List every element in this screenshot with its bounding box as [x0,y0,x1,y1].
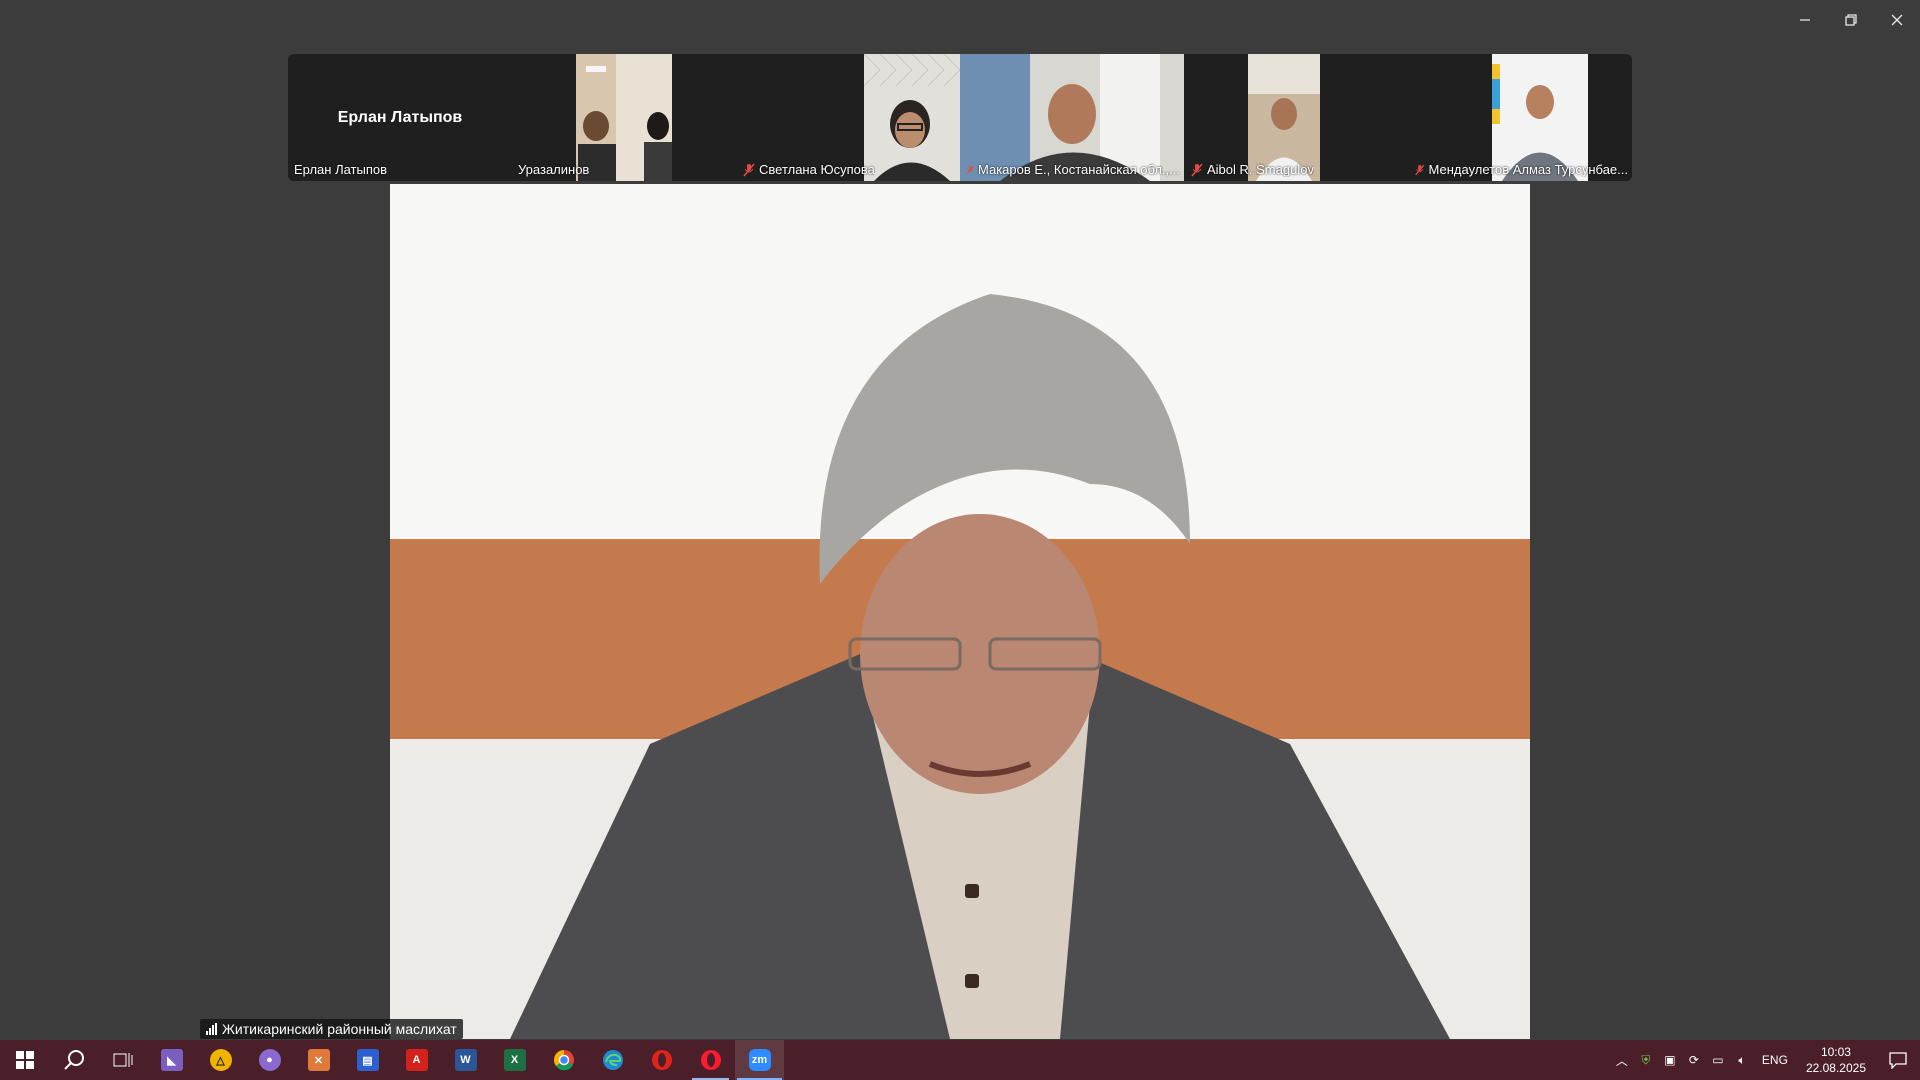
mic-muted-icon [743,163,755,176]
update-icon: ⟳ [1688,1053,1699,1067]
taskbar-app-save[interactable]: ▤ [343,1040,392,1080]
taskbar-app-zoom[interactable]: zm [735,1040,784,1080]
edge-icon [602,1050,623,1070]
clock[interactable]: 10:03 22.08.2025 [1796,1044,1876,1076]
participant-tile[interactable]: Aibol R. Smagulov [1184,54,1408,181]
tray-antivirus[interactable]: ⛨ [1634,1040,1658,1080]
input-language[interactable]: ENG [1754,1053,1796,1067]
shield-icon: ⛨ [1641,1052,1651,1067]
participant-tile[interactable]: Светлана Юсупова [736,54,960,181]
participant-name-label: Макаров Е., Костанайская обл.,... [966,162,1180,177]
clock-date: 22.08.2025 [1805,1061,1866,1075]
taskbar-app-opera-gx[interactable] [686,1040,735,1080]
taskbar-app-acrobat[interactable]: A [392,1040,441,1080]
restore-icon [1845,14,1857,26]
participant-video [864,54,960,181]
taskbar-app-excel[interactable]: X [490,1040,539,1080]
windows-taskbar: ◣ △ ● ✕ ▤ A W X zm ︿ ⛨ ▣ ⟳ ▭ 🔈︎ ENG 10:0… [0,1040,1920,1080]
word-icon: W [454,1049,477,1071]
task-view-button[interactable] [98,1040,147,1080]
acrobat-icon: A [405,1049,428,1071]
camera-icon: ▣ [1664,1053,1676,1067]
taskbar-app-opera[interactable] [637,1040,686,1080]
participant-video [576,54,672,181]
tray-update[interactable]: ⟳ [1682,1040,1706,1080]
system-tray: ︿ ⛨ ▣ ⟳ ▭ 🔈︎ ENG 10:03 22.08.2025 [1610,1040,1920,1080]
mic-muted-icon [1415,164,1425,175]
search-icon [63,1050,84,1070]
restore-button[interactable] [1828,0,1874,40]
chevron-up-icon: ︿ [1615,1053,1628,1068]
tray-volume[interactable]: 🔈︎ [1730,1040,1754,1080]
clock-time: 10:03 [1820,1045,1851,1059]
minimize-button[interactable] [1782,0,1828,40]
show-hidden-icons-button[interactable]: ︿ [1610,1040,1634,1080]
volume-icon: 🔈︎ [1738,1052,1746,1067]
chrome-icon [553,1050,574,1071]
participant-tile[interactable]: Ерлан Латыпов Ерлан Латыпов [288,54,512,181]
network-icon: ▭ [1712,1053,1724,1067]
taskbar-app-tools[interactable]: ✕ [294,1040,343,1080]
close-icon [1891,14,1903,26]
participant-name-label: Ерлан Латыпов [294,162,388,177]
taskbar-app-edge[interactable] [588,1040,637,1080]
start-icon [15,1051,34,1069]
participant-name-label: Aibol R. Smagulov [1190,162,1314,177]
participant-name-label: Уразалинов [518,162,590,177]
participant-tile[interactable]: Уразалинов [512,54,736,181]
zoom-icon: zm [748,1049,771,1071]
minimize-icon [1800,19,1810,21]
start-button[interactable] [0,1040,49,1080]
close-button[interactable] [1874,0,1920,40]
taskbar-app-visual-studio[interactable]: ◣ [147,1040,196,1080]
archicad-icon: △ [209,1049,232,1071]
tools-icon: ✕ [307,1049,330,1071]
excel-icon: X [503,1049,526,1071]
participant-gallery: Ерлан Латыпов Ерлан Латыпов Уразалинов С… [288,54,1632,181]
participant-name-label: Светлана Юсупова [742,162,875,177]
taskbar-app-word[interactable]: W [441,1040,490,1080]
save-icon: ▤ [356,1049,379,1071]
tray-network[interactable]: ▭ [1706,1040,1730,1080]
window-controls [1782,0,1920,40]
speaker-video-frame [390,184,1530,1039]
mic-muted-icon [966,165,975,174]
participant-tile[interactable]: Макаров Е., Костанайская обл.,... [960,54,1184,181]
signal-strength-icon [206,1023,217,1035]
taskbar-app-chrome[interactable] [539,1040,588,1080]
tray-webcam[interactable]: ▣ [1658,1040,1682,1080]
search-button[interactable] [49,1040,98,1080]
active-speaker-video[interactable] [390,184,1530,1039]
notification-center-button[interactable] [1876,1040,1920,1080]
mic-muted-icon [1191,163,1203,176]
task-view-icon [113,1053,132,1067]
media-icon: ● [258,1049,281,1071]
taskbar-app-media[interactable]: ● [245,1040,294,1080]
opera-icon [651,1050,672,1070]
notification-icon [1889,1052,1907,1069]
taskbar-app-archicad[interactable]: △ [196,1040,245,1080]
participant-tile[interactable]: Мендаулетов Алмаз Турсунбае... [1408,54,1632,181]
visual-studio-icon: ◣ [160,1049,183,1071]
speaker-name-label: Житикаринский районный маслихат [200,1019,463,1039]
opera-gx-icon [700,1050,721,1070]
participant-name-label: Мендаулетов Алмаз Турсунбае... [1414,162,1628,177]
